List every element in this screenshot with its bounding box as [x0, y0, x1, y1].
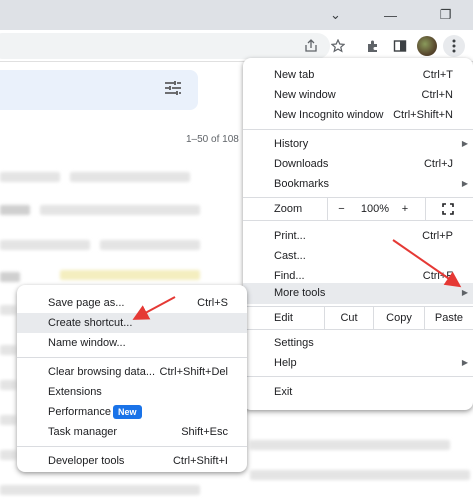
annotation-arrows — [132, 239, 462, 320]
annotation-arrow-create-shortcut — [132, 296, 176, 320]
annotation-arrow-more-tools — [392, 239, 462, 288]
